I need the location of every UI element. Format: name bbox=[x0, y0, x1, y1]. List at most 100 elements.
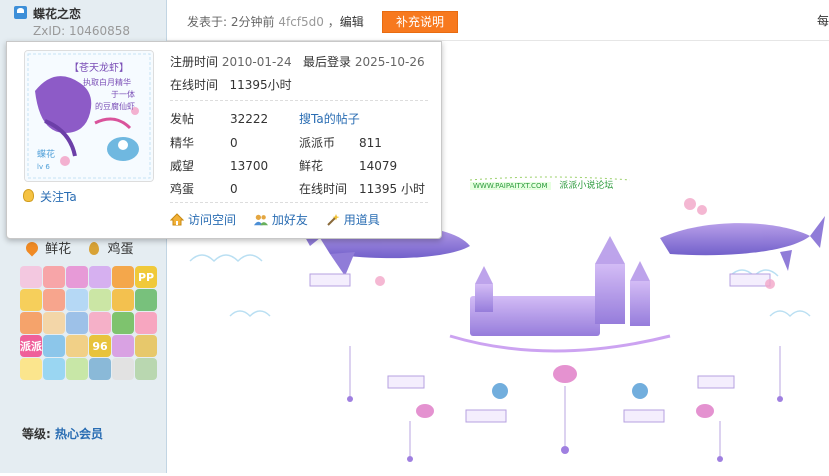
medal-icon[interactable] bbox=[112, 289, 134, 311]
stat-label: 发帖 bbox=[170, 112, 195, 126]
medal-icon[interactable] bbox=[66, 289, 88, 311]
stat-value: 11395 小时 bbox=[359, 182, 425, 196]
medal-icon[interactable] bbox=[43, 266, 65, 288]
medal-icon[interactable] bbox=[112, 335, 134, 357]
lightbulb-icon bbox=[23, 189, 34, 202]
wand-icon bbox=[326, 214, 340, 226]
follow-button[interactable]: 关注Ta bbox=[23, 188, 77, 205]
edit-link[interactable]: 编辑 bbox=[340, 15, 364, 29]
supplement-button[interactable]: 补充说明 bbox=[382, 11, 458, 33]
stat-label: 威望 bbox=[170, 159, 195, 173]
stat-online: 在线时间 11395 小时 bbox=[299, 180, 425, 197]
stat-digest: 精华 0 bbox=[170, 134, 238, 151]
use-item-button[interactable]: 用道具 bbox=[326, 213, 380, 227]
level-prefix: 等级: bbox=[22, 427, 55, 441]
stat-value: 0 bbox=[230, 136, 238, 150]
egg-label: 鸡蛋 bbox=[107, 242, 134, 257]
right-whale bbox=[660, 216, 825, 271]
register-value: 2010-01-24 bbox=[221, 55, 292, 69]
medal-icon[interactable] bbox=[89, 312, 111, 334]
medal-icon[interactable]: PP bbox=[135, 266, 157, 288]
medal-icon[interactable] bbox=[66, 266, 88, 288]
svg-text:蝶花: 蝶花 bbox=[37, 148, 55, 160]
medal-icon[interactable] bbox=[20, 289, 42, 311]
give-egg-button[interactable]: 鸡蛋 bbox=[89, 242, 133, 257]
home-icon bbox=[170, 213, 184, 226]
add-friend-button[interactable]: 加好友 bbox=[253, 213, 312, 227]
signature-forum-name: 派派小说论坛 bbox=[559, 181, 614, 191]
lastlogin-label: 最后登录 bbox=[303, 55, 352, 69]
flower-label: 鲜花 bbox=[45, 242, 72, 257]
medal-icon[interactable] bbox=[66, 358, 88, 380]
medal-icon[interactable] bbox=[135, 358, 157, 380]
card-actions: 访问空间 加好友 用道具 bbox=[170, 211, 394, 228]
medal-icon[interactable] bbox=[20, 266, 42, 288]
online-label: 在线时间 bbox=[170, 78, 219, 92]
medal-icon[interactable] bbox=[66, 335, 88, 357]
stat-value: 32222 bbox=[230, 112, 269, 126]
stat-label: 精华 bbox=[170, 136, 195, 150]
medal-icon[interactable] bbox=[89, 289, 111, 311]
use-item-label: 用道具 bbox=[343, 213, 380, 227]
level-link[interactable]: 热心会员 bbox=[55, 427, 103, 441]
svg-text:于一体: 于一体 bbox=[111, 89, 135, 99]
lastlogin-value: 2025-10-26 bbox=[354, 55, 425, 69]
posted-prefix: 发表于: bbox=[187, 15, 231, 29]
avatar-image: 【苍天龙虾】 执取白月精华 于一体 的豆腐仙虾 蝶花 lv 6 bbox=[25, 51, 153, 181]
stat-label: 鸡蛋 bbox=[170, 182, 195, 196]
register-row: 注册时间 2010-01-24 最后登录 2025-10-26 bbox=[170, 53, 425, 70]
username-link[interactable]: 蝶花之恋 bbox=[33, 5, 81, 22]
medal-icon[interactable] bbox=[43, 312, 65, 334]
medal-icon[interactable] bbox=[43, 289, 65, 311]
add-friend-label: 加好友 bbox=[271, 213, 308, 227]
medal-icon[interactable] bbox=[112, 312, 134, 334]
stat-value: 13700 bbox=[230, 159, 269, 173]
medal-icon[interactable] bbox=[43, 335, 65, 357]
online-value: 11395小时 bbox=[229, 78, 292, 92]
medal-icon[interactable] bbox=[135, 312, 157, 334]
avatar[interactable]: 【苍天龙虾】 执取白月精华 于一体 的豆腐仙虾 蝶花 lv 6 bbox=[24, 50, 154, 182]
medal-icon[interactable] bbox=[89, 358, 111, 380]
stat-label: 派派币 bbox=[299, 136, 336, 150]
register-label: 注册时间 bbox=[170, 55, 219, 69]
medal-icon[interactable] bbox=[20, 312, 42, 334]
zxid-label: ZxID: 10460858 bbox=[33, 24, 131, 38]
medal-icon[interactable] bbox=[112, 358, 134, 380]
medal-icon[interactable] bbox=[89, 266, 111, 288]
medal-icon[interactable]: 派派 bbox=[20, 335, 42, 357]
stat-value: 14079 bbox=[359, 159, 398, 173]
medal-grid: PP 派派 96 bbox=[20, 266, 160, 380]
stat-flowers: 鲜花 14079 bbox=[299, 157, 397, 174]
flower-icon bbox=[23, 239, 41, 257]
search-posts-link[interactable]: 搜Ta的帖子 bbox=[299, 110, 360, 127]
stat-coins: 派派币 811 bbox=[299, 134, 382, 151]
meta-separator: ， bbox=[327, 15, 340, 29]
egg-icon bbox=[89, 242, 100, 255]
svg-text:的豆腐仙虾: 的豆腐仙虾 bbox=[95, 101, 135, 111]
medal-icon[interactable] bbox=[112, 266, 134, 288]
medal-icon[interactable] bbox=[43, 358, 65, 380]
castle bbox=[449, 236, 671, 353]
add-friend-icon bbox=[253, 214, 268, 226]
floor-label: 每 bbox=[816, 14, 829, 28]
medal-icon[interactable] bbox=[66, 312, 88, 334]
stat-eggs: 鸡蛋 0 bbox=[170, 180, 238, 197]
medal-icon[interactable] bbox=[135, 289, 157, 311]
give-flower-button[interactable]: 鲜花 bbox=[23, 239, 75, 257]
medal-icon[interactable] bbox=[20, 358, 42, 380]
card-divider bbox=[170, 100, 428, 101]
stat-value: 0 bbox=[230, 182, 238, 196]
signature-caption: WWW.PAIPAITXT.COM 派派小说论坛 bbox=[470, 178, 613, 191]
svg-text:【苍天龙虾】: 【苍天龙虾】 bbox=[69, 61, 129, 74]
gift-row: 鲜花 鸡蛋 bbox=[23, 238, 147, 257]
user-level: 等级: 热心会员 bbox=[22, 425, 103, 442]
posted-time: 2分钟前 bbox=[230, 15, 275, 29]
post-meta: 发表于: 2分钟前 4fcf5d0 ，编辑 bbox=[187, 13, 364, 30]
medal-icon[interactable]: 96 bbox=[89, 335, 111, 357]
card-divider bbox=[170, 202, 428, 203]
medal-icon[interactable] bbox=[135, 335, 157, 357]
stat-posts: 发帖 32222 bbox=[170, 110, 268, 127]
visit-space-label: 访问空间 bbox=[188, 213, 237, 227]
visit-space-button[interactable]: 访问空间 bbox=[170, 213, 240, 227]
user-icon bbox=[14, 6, 27, 19]
